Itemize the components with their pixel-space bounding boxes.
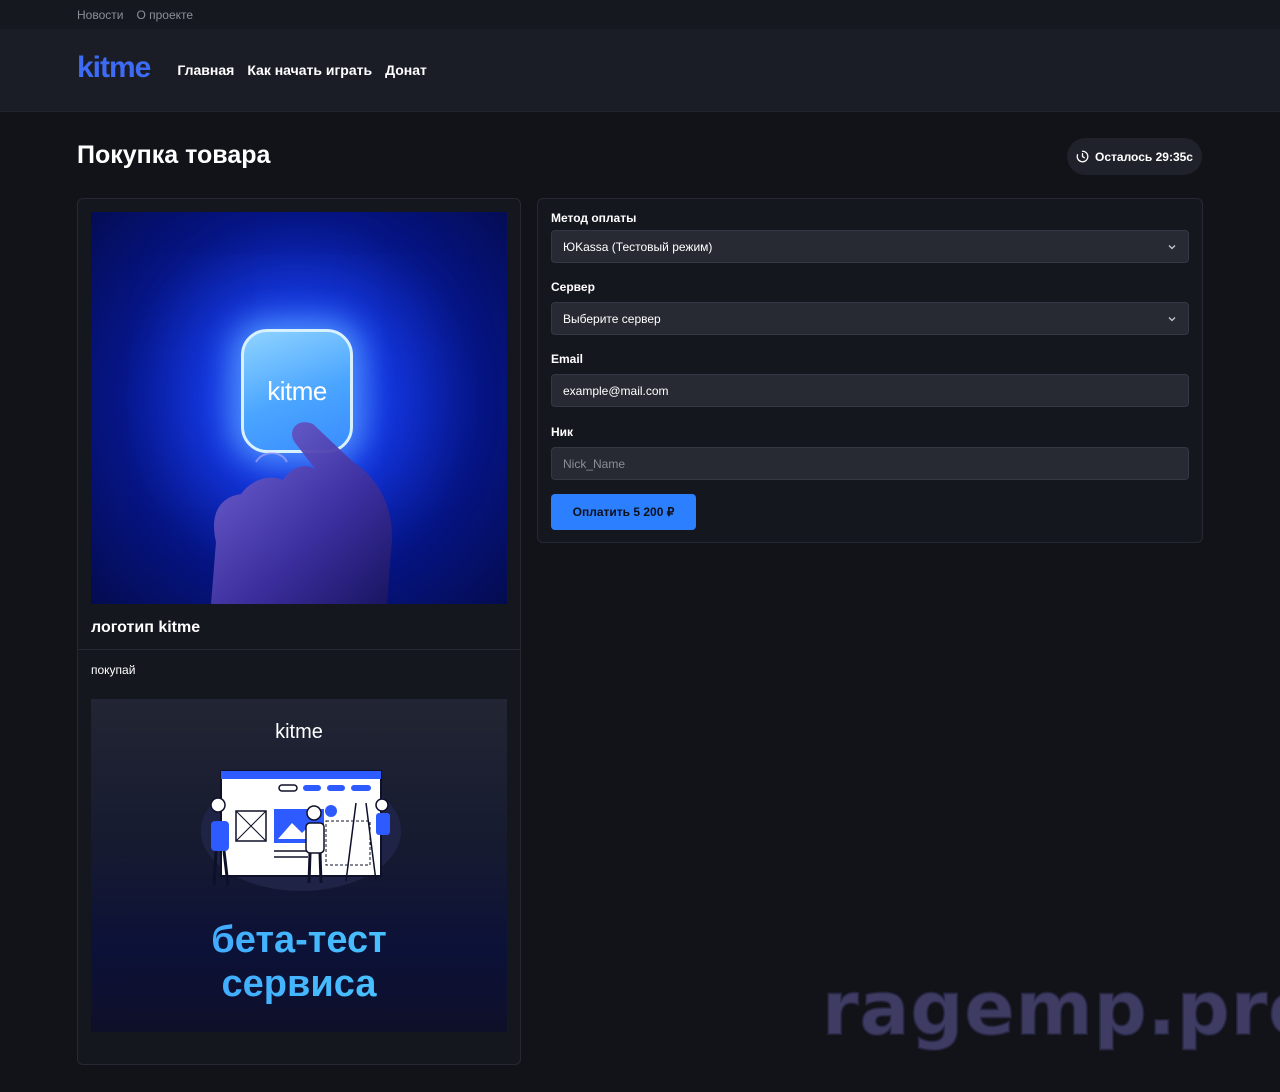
topbar-link-about[interactable]: О проекте [136, 8, 193, 22]
email-value: example@mail.com [563, 383, 669, 398]
product-name: логотип kitme [91, 619, 201, 636]
countdown-timer: Осталось 29:35с [1067, 138, 1202, 175]
payment-method-select[interactable]: ЮKassa (Тестовый режим) [551, 230, 1189, 263]
server-label: Сервер [551, 280, 595, 294]
nick-label: Ник [551, 425, 574, 439]
nick-input[interactable]: Nick_Name [551, 447, 1189, 480]
email-field[interactable]: example@mail.com [551, 374, 1189, 407]
page-title: Покупка товара [77, 141, 271, 169]
server-value: Выберите сервер [563, 311, 661, 326]
email-label: Email [551, 352, 584, 366]
site-logo[interactable]: kitme [77, 51, 151, 85]
purchase-form: Метод оплаты ЮKassa (Тестовый режим) Сер… [537, 198, 1203, 543]
nav-home[interactable]: Главная [177, 62, 234, 78]
watermark: ragemp.pro [821, 965, 1280, 1053]
nav-donate[interactable]: Донат [385, 62, 427, 78]
nick-placeholder: Nick_Name [563, 456, 626, 471]
banner-headline-line2: сервиса [91, 963, 507, 1006]
banner-headline-line1: бета-тест [91, 919, 507, 962]
header: kitme Главная Как начать играть Донат [0, 29, 1280, 112]
beta-test-banner: kitme бета-тест сервиса [91, 699, 507, 1032]
nav-how-to-play[interactable]: Как начать играть [247, 62, 372, 78]
product-description: покупай [91, 663, 136, 677]
product-card: kitme логотип kitme покупай kitme бета-т… [77, 198, 521, 1065]
hand-illustration [211, 422, 392, 604]
chevron-down-icon [1168, 245, 1176, 250]
server-select[interactable]: Выберите сервер [551, 302, 1189, 335]
payment-method-value: ЮKassa (Тестовый режим) [563, 239, 713, 254]
topbar-link-news[interactable]: Новости [77, 8, 123, 22]
pay-button[interactable]: Оплатить 5 200 ₽ [551, 494, 696, 530]
team-illustration [201, 770, 401, 891]
payment-method-label: Метод оплаты [551, 211, 637, 225]
timer-text: Осталось 29:35с [1095, 149, 1193, 164]
top-bar: Новости О проекте [0, 0, 1280, 29]
timer-icon [1076, 150, 1089, 163]
divider [78, 649, 520, 650]
banner-logo: kitme [275, 721, 323, 743]
chevron-down-icon [1168, 317, 1176, 322]
main-nav: Главная Как начать играть Донат [177, 62, 427, 78]
product-image: kitme [91, 212, 507, 604]
